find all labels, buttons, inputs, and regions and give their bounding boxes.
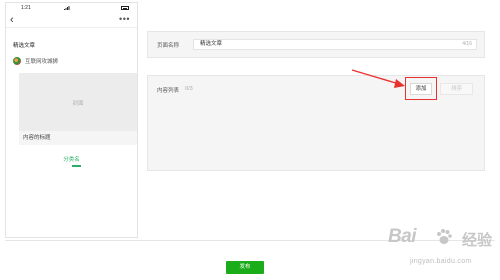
more-dots-icon[interactable]: ••• [119, 13, 130, 25]
author-name: 互联网攻城狮 [25, 58, 59, 65]
page-name-input[interactable]: 精选文章 4/16 [193, 39, 477, 50]
app-root: 1:21 ‹ ••• 精选文章 互联网攻城狮 封面 内容的标题 分类名 页面名称… [0, 0, 500, 280]
watermark-brand-cn: 经验 [462, 232, 493, 249]
status-bar: 1:21 [6, 3, 137, 13]
tab-group[interactable]: 分类名 [6, 155, 137, 163]
page-name-label: 页面名称 [157, 43, 180, 49]
page-name-value: 精选文章 [200, 41, 223, 47]
phone-preview: 1:21 ‹ ••• 精选文章 互联网攻城狮 封面 内容的标题 分类名 [5, 2, 138, 238]
sort-button[interactable]: 排序 [440, 83, 473, 95]
phone-navbar: ‹ ••• [6, 13, 137, 28]
page-name-panel: 页面名称 精选文章 4/16 [147, 31, 485, 58]
preview-content-card: 封面 内容的标题 [19, 73, 137, 145]
cover-placeholder: 封面 [19, 73, 137, 131]
watermark-url: jingyan.baidu.com [410, 258, 472, 265]
content-list-panel: 内容列表 0/3 添加 排序 [147, 75, 485, 171]
baidu-watermark: Bai 经验 jingyan.baidu.com [388, 226, 498, 278]
tab-underline [72, 165, 81, 167]
status-time: 1:21 [21, 5, 31, 11]
avatar [13, 56, 21, 65]
paw-icon [437, 229, 452, 244]
preview-page-title: 精选文章 [13, 43, 36, 49]
content-list-label: 内容列表 [157, 88, 180, 94]
content-list-count: 0/3 [185, 86, 193, 92]
watermark-brand: Bai [388, 226, 417, 247]
publish-button[interactable]: 发布 [226, 261, 264, 274]
signal-icon [64, 6, 70, 10]
page-name-char-count: 4/16 [462, 41, 472, 47]
add-button[interactable]: 添加 [410, 83, 432, 95]
card-title: 内容的标题 [23, 135, 51, 141]
chevron-left-icon[interactable]: ‹ [10, 13, 14, 27]
preview-author: 互联网攻城狮 [13, 56, 58, 65]
battery-icon [121, 6, 129, 10]
cover-label: 封面 [72, 101, 84, 107]
